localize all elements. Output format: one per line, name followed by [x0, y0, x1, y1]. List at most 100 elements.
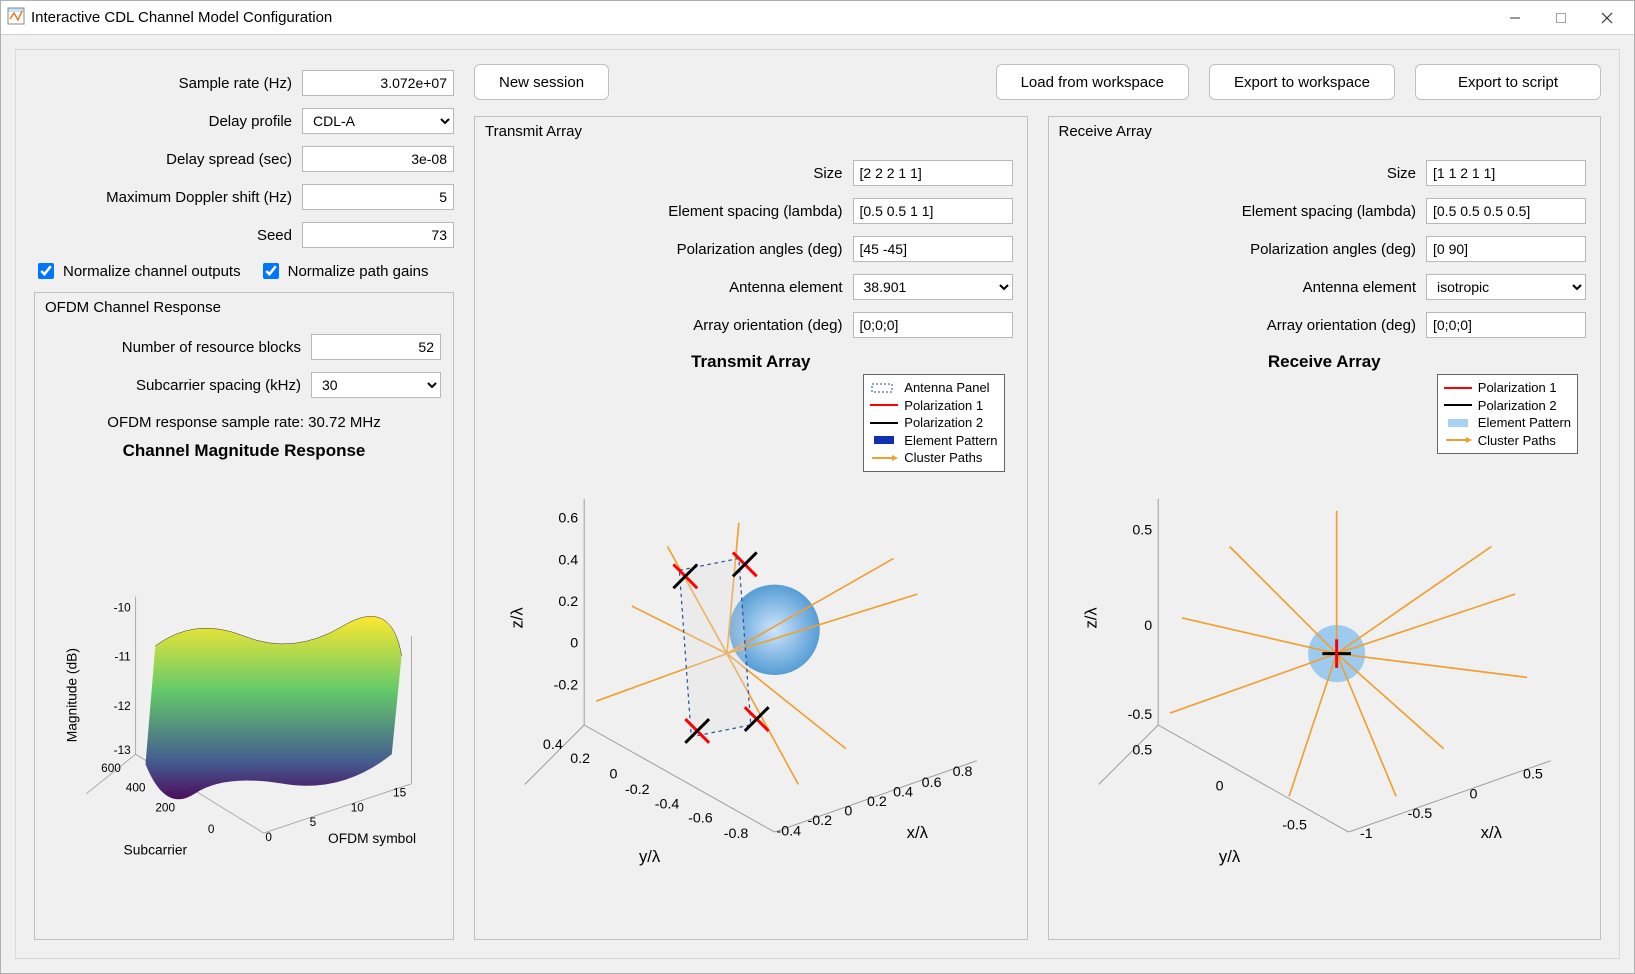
svg-text:-0.8: -0.8 — [724, 826, 749, 842]
tx-orient-label: Array orientation (deg) — [489, 317, 853, 334]
rx-polang-input[interactable] — [1426, 236, 1586, 262]
svg-text:0: 0 — [1215, 778, 1223, 794]
channel-magnitude-title: Channel Magnitude Response — [47, 441, 441, 461]
svg-text:-13: -13 — [114, 743, 132, 757]
export-workspace-button[interactable]: Export to workspace — [1209, 64, 1395, 100]
ofdm-panel-title: OFDM Channel Response — [35, 293, 453, 322]
svg-text:0.5: 0.5 — [1132, 523, 1152, 539]
svg-text:-11: -11 — [115, 650, 131, 664]
svg-text:0: 0 — [265, 830, 272, 844]
svg-text:-12: -12 — [114, 699, 131, 713]
svg-text:600: 600 — [101, 761, 121, 775]
svg-text:-0.5: -0.5 — [1282, 818, 1307, 834]
receive-array-panel: Receive Array Size Element spacing (lamb… — [1048, 116, 1602, 940]
rx-plot-title: Receive Array — [1063, 352, 1587, 372]
tx-spacing-input[interactable] — [853, 198, 1013, 224]
channel-magnitude-plot[interactable]: Channel Magnitude Response — [47, 441, 441, 929]
svg-text:0.2: 0.2 — [867, 794, 887, 810]
max-doppler-input[interactable] — [302, 184, 454, 210]
svg-text:0: 0 — [1469, 787, 1477, 803]
delay-spread-label: Delay spread (sec) — [34, 151, 302, 168]
delay-profile-label: Delay profile — [34, 113, 302, 130]
svg-text:z/λ: z/λ — [507, 607, 526, 629]
transmit-array-panel: Transmit Array Size Element spacing (lam… — [474, 116, 1028, 940]
seed-input[interactable] — [302, 222, 454, 248]
svg-text:Magnitude (dB): Magnitude (dB) — [65, 648, 80, 742]
tx-plot-title: Transmit Array — [489, 352, 1013, 372]
ofdm-panel: OFDM Channel Response Number of resource… — [34, 292, 454, 940]
svg-text:z/λ: z/λ — [1081, 607, 1100, 629]
svg-text:-0.2: -0.2 — [554, 677, 579, 693]
receive-array-plot[interactable]: Receive Array — [1063, 352, 1587, 939]
delay-profile-select[interactable]: CDL-A — [302, 108, 454, 134]
svg-text:0: 0 — [208, 822, 215, 836]
svg-text:0.5: 0.5 — [1132, 743, 1152, 759]
sample-rate-label: Sample rate (Hz) — [34, 75, 302, 92]
new-session-button[interactable]: New session — [474, 64, 609, 100]
tx-antelem-label: Antenna element — [489, 279, 853, 296]
window-title: Interactive CDL Channel Model Configurat… — [31, 9, 332, 26]
svg-text:-0.5: -0.5 — [1127, 707, 1152, 723]
svg-text:-0.2: -0.2 — [807, 813, 832, 829]
delay-spread-input[interactable] — [302, 146, 454, 172]
tx-polang-input[interactable] — [853, 236, 1013, 262]
minimize-button[interactable] — [1492, 3, 1538, 33]
svg-text:0.8: 0.8 — [953, 764, 973, 780]
tx-orient-input[interactable] — [853, 312, 1013, 338]
svg-text:0.2: 0.2 — [558, 594, 578, 610]
transmit-array-title: Transmit Array — [475, 117, 1027, 146]
tx-legend: Antenna Panel Polarization 1 Polarizatio… — [863, 374, 1004, 472]
transmit-array-plot[interactable]: Transmit Array — [489, 352, 1013, 939]
svg-text:-0.4: -0.4 — [777, 824, 802, 840]
svg-text:OFDM symbol: OFDM symbol — [328, 831, 416, 846]
rx-size-input[interactable] — [1426, 160, 1586, 186]
rx-orient-input[interactable] — [1426, 312, 1586, 338]
load-workspace-button[interactable]: Load from workspace — [996, 64, 1189, 100]
tx-size-label: Size — [489, 165, 853, 182]
svg-text:0.6: 0.6 — [922, 775, 942, 791]
svg-text:0: 0 — [570, 636, 578, 652]
svg-text:-0.4: -0.4 — [655, 796, 680, 812]
svg-text:200: 200 — [155, 800, 175, 814]
scs-select[interactable]: 30 — [311, 372, 441, 398]
rx-antelem-select[interactable]: isotropic — [1426, 274, 1586, 300]
sample-rate-input[interactable] — [302, 70, 454, 96]
svg-text:Subcarrier: Subcarrier — [124, 843, 188, 858]
svg-text:0.4: 0.4 — [543, 737, 563, 753]
rx-polang-label: Polarization angles (deg) — [1063, 241, 1427, 258]
svg-text:-0.5: -0.5 — [1407, 806, 1432, 822]
svg-text:10: 10 — [351, 800, 365, 814]
svg-text:0.5: 0.5 — [1523, 767, 1543, 783]
close-button[interactable] — [1584, 3, 1630, 33]
nrb-input[interactable] — [311, 334, 441, 360]
svg-text:400: 400 — [126, 781, 146, 795]
rx-legend: Polarization 1 Polarization 2 Element Pa… — [1437, 374, 1578, 454]
tx-antelem-select[interactable]: 38.901 — [853, 274, 1013, 300]
tx-size-input[interactable] — [853, 160, 1013, 186]
svg-text:0.4: 0.4 — [558, 552, 578, 568]
svg-text:5: 5 — [310, 815, 317, 829]
rx-antelem-label: Antenna element — [1063, 279, 1427, 296]
svg-text:0.4: 0.4 — [893, 784, 913, 800]
svg-text:15: 15 — [393, 786, 407, 800]
maximize-button[interactable] — [1538, 3, 1584, 33]
rx-orient-label: Array orientation (deg) — [1063, 317, 1427, 334]
normalize-outputs-checkbox[interactable]: Normalize channel outputs — [34, 260, 241, 282]
normalize-pathgains-checkbox[interactable]: Normalize path gains — [259, 260, 429, 282]
rx-size-label: Size — [1063, 165, 1427, 182]
tx-spacing-label: Element spacing (lambda) — [489, 203, 853, 220]
svg-text:-1: -1 — [1360, 826, 1373, 842]
scs-label: Subcarrier spacing (kHz) — [47, 377, 311, 394]
svg-text:-10: -10 — [114, 600, 132, 614]
svg-text:-0.2: -0.2 — [625, 782, 650, 798]
app-icon — [7, 7, 25, 28]
svg-text:x/λ: x/λ — [907, 823, 929, 842]
svg-text:-0.6: -0.6 — [688, 811, 713, 827]
rx-spacing-input[interactable] — [1426, 198, 1586, 224]
ofdm-rate-line: OFDM response sample rate: 30.72 MHz — [47, 414, 441, 431]
seed-label: Seed — [34, 227, 302, 244]
svg-text:0.2: 0.2 — [570, 751, 590, 767]
svg-text:0: 0 — [1144, 618, 1152, 634]
export-script-button[interactable]: Export to script — [1415, 64, 1601, 100]
rx-spacing-label: Element spacing (lambda) — [1063, 203, 1427, 220]
